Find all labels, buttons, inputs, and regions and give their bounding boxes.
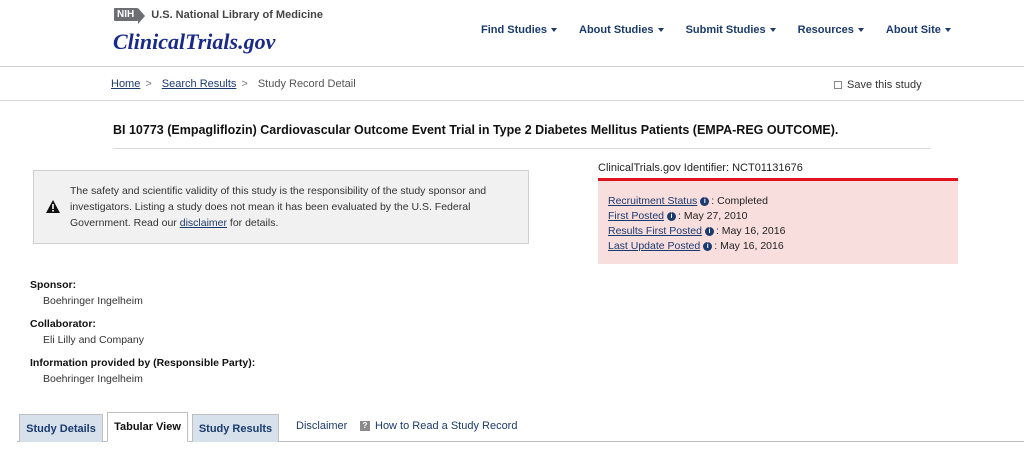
nav-label: Find Studies: [481, 24, 547, 36]
breadcrumb-separator: >: [241, 78, 248, 90]
status-label-link[interactable]: Results First Posted: [608, 225, 702, 237]
status-first-posted: First Posted i : May 27, 2010: [608, 210, 748, 222]
nav-label: About Studies: [579, 24, 654, 36]
sponsor-value: Boehringer Ingelheim: [43, 295, 143, 307]
collaborator-value: Eli Lilly and Company: [43, 334, 144, 346]
breadcrumb-current: Study Record Detail: [257, 78, 356, 90]
save-study-toggle[interactable]: Save this study: [834, 79, 922, 91]
nav-find-studies[interactable]: Find Studies: [481, 24, 557, 36]
save-checkbox[interactable]: [834, 81, 842, 89]
tab-disclaimer[interactable]: Disclaimer: [296, 420, 347, 432]
responsible-party-value: Boehringer Ingelheim: [43, 373, 143, 385]
page-title: BI 10773 (Empagliflozin) Cardiovascular …: [113, 123, 839, 137]
nih-logo: NIH: [114, 8, 146, 24]
caret-down-icon: [857, 28, 864, 32]
status-label-link[interactable]: Recruitment Status: [608, 195, 697, 207]
breadcrumb: Home > Search Results > Study Record Det…: [111, 78, 356, 90]
breadcrumb-separator: >: [145, 78, 152, 90]
info-icon[interactable]: i: [700, 196, 710, 206]
tab-study-details[interactable]: Study Details: [19, 414, 103, 442]
status-value: : May 27, 2010: [678, 210, 748, 222]
warning-icon: [46, 200, 60, 213]
breadcrumb-search-results[interactable]: Search Results: [162, 78, 237, 90]
status-value: : May 16, 2016: [714, 240, 784, 252]
status-label-link[interactable]: Last Update Posted: [608, 240, 700, 252]
status-panel: Recruitment Status i : Completed First P…: [598, 178, 958, 264]
info-icon[interactable]: i: [667, 211, 677, 221]
site-header: NIH U.S. National Library of Medicine Cl…: [0, 0, 1024, 67]
nav-submit-studies[interactable]: Submit Studies: [686, 24, 776, 36]
trial-identifier: ClinicalTrials.gov Identifier: NCT011316…: [598, 162, 803, 174]
nih-banner[interactable]: NIH U.S. National Library of Medicine: [114, 8, 323, 24]
caret-down-icon: [657, 28, 664, 32]
site-logo[interactable]: ClinicalTrials.gov: [113, 29, 275, 55]
sponsor-label: Sponsor:: [30, 279, 77, 291]
nav-resources[interactable]: Resources: [798, 24, 864, 36]
caret-down-icon: [551, 28, 557, 32]
tab-study-results[interactable]: Study Results: [192, 414, 279, 442]
top-nav: Find Studies About Studies Submit Studie…: [481, 24, 973, 36]
nav-about-site[interactable]: About Site: [886, 24, 951, 36]
disclaimer-notice: The safety and scientific validity of th…: [33, 170, 529, 244]
how-to-read-label: How to Read a Study Record: [375, 420, 518, 432]
collaborator-label: Collaborator:: [30, 318, 96, 330]
caret-down-icon: [769, 28, 776, 32]
save-label: Save this study: [847, 79, 922, 91]
disclaimer-link[interactable]: disclaimer: [180, 217, 227, 229]
nav-label: Submit Studies: [685, 24, 766, 36]
status-value: : Completed: [711, 195, 768, 207]
disclaimer-text: The safety and scientific validity of th…: [70, 183, 490, 231]
help-icon: ?: [360, 421, 370, 431]
info-icon[interactable]: i: [704, 226, 714, 236]
breadcrumb-home[interactable]: Home: [111, 78, 140, 90]
status-label-link[interactable]: First Posted: [608, 210, 664, 222]
caret-down-icon: [944, 28, 951, 32]
responsible-party-label: Information provided by (Responsible Par…: [30, 357, 256, 369]
nav-label: About Site: [885, 24, 941, 36]
breadcrumb-bar: Home > Search Results > Study Record Det…: [0, 67, 1024, 101]
info-icon[interactable]: i: [703, 241, 713, 251]
title-divider: [113, 148, 931, 149]
tab-tabular-view[interactable]: Tabular View: [107, 412, 188, 442]
status-value: : May 16, 2016: [715, 225, 786, 237]
status-recruitment: Recruitment Status i : Completed: [608, 195, 768, 207]
tab-how-to-read[interactable]: ? How to Read a Study Record: [360, 420, 517, 432]
nav-about-studies[interactable]: About Studies: [579, 24, 664, 36]
disclaimer-tail: for details.: [227, 217, 279, 229]
status-last-update: Last Update Posted i : May 16, 2016: [608, 240, 784, 252]
status-results-first-posted: Results First Posted i : May 16, 2016: [608, 225, 785, 237]
nav-label: Resources: [797, 24, 854, 36]
nlm-name: U.S. National Library of Medicine: [151, 8, 323, 21]
